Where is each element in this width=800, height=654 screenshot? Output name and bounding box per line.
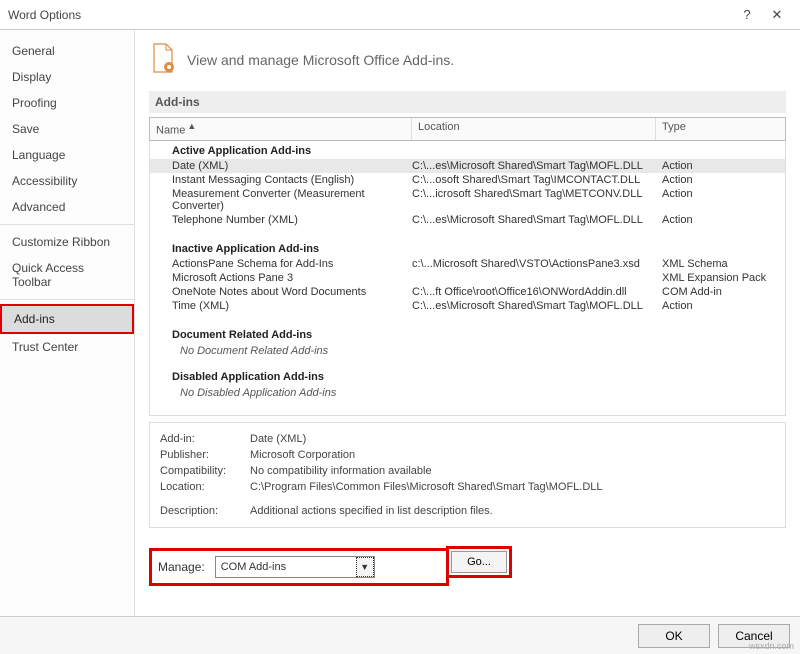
content-pane: View and manage Microsoft Office Add-ins… <box>135 30 800 616</box>
detail-value-addin: Date (XML) <box>250 433 306 445</box>
page-header-text: View and manage Microsoft Office Add-ins… <box>187 52 454 68</box>
detail-label-addin: Add-in: <box>160 433 250 445</box>
section-disabled: Disabled Application Add-ins <box>150 367 785 385</box>
detail-label-publisher: Publisher: <box>160 449 250 461</box>
table-header: Name▲ Location Type <box>149 117 786 141</box>
table-row[interactable]: ActionsPane Schema for Add-Insc:\...Micr… <box>150 257 785 271</box>
table-row[interactable]: Measurement Converter (Measurement Conve… <box>150 187 785 213</box>
sidebar-item-accessibility[interactable]: Accessibility <box>0 168 134 194</box>
addins-page-icon <box>149 42 177 77</box>
manage-combo-value: COM Add-ins <box>216 561 356 573</box>
watermark: wsxdn.com <box>749 641 794 651</box>
table-row[interactable]: OneNote Notes about Word DocumentsC:\...… <box>150 285 785 299</box>
detail-label-compat: Compatibility: <box>160 465 250 477</box>
dialog-footer: OK Cancel <box>0 616 800 654</box>
sidebar-item-trust-center[interactable]: Trust Center <box>0 334 134 360</box>
table-row[interactable]: Telephone Number (XML)C:\...es\Microsoft… <box>150 213 785 227</box>
col-header-type[interactable]: Type <box>656 118 785 140</box>
sidebar-item-customize-ribbon[interactable]: Customize Ribbon <box>0 229 134 255</box>
sort-asc-icon: ▲ <box>187 121 196 131</box>
table-row[interactable]: Microsoft Actions Pane 3XML Expansion Pa… <box>150 271 785 285</box>
sidebar-item-advanced[interactable]: Advanced <box>0 194 134 220</box>
col-header-location[interactable]: Location <box>412 118 656 140</box>
pane-title: Add-ins <box>149 91 786 113</box>
addin-details: Add-in:Date (XML) Publisher:Microsoft Co… <box>149 422 786 528</box>
manage-row: Manage: COM Add-ins ▼ <box>149 548 449 586</box>
col-header-name[interactable]: Name▲ <box>150 118 412 140</box>
sidebar-item-save[interactable]: Save <box>0 116 134 142</box>
section-inactive: Inactive Application Add-ins <box>150 239 785 257</box>
sidebar: General Display Proofing Save Language A… <box>0 30 135 616</box>
detail-value-desc: Additional actions specified in list des… <box>250 505 493 517</box>
addins-list: Active Application Add-ins Date (XML)C:\… <box>149 141 786 416</box>
detail-value-compat: No compatibility information available <box>250 465 432 477</box>
sidebar-item-language[interactable]: Language <box>0 142 134 168</box>
sidebar-item-display[interactable]: Display <box>0 64 134 90</box>
sidebar-item-general[interactable]: General <box>0 38 134 64</box>
titlebar: Word Options ? ✕ <box>0 0 800 30</box>
manage-combo[interactable]: COM Add-ins ▼ <box>215 556 375 578</box>
go-button[interactable]: Go... <box>451 551 507 573</box>
table-row[interactable]: Date (XML)C:\...es\Microsoft Shared\Smar… <box>150 159 785 173</box>
ok-button[interactable]: OK <box>638 624 710 648</box>
chevron-down-icon: ▼ <box>356 557 374 577</box>
detail-label-location: Location: <box>160 481 250 493</box>
detail-value-publisher: Microsoft Corporation <box>250 449 355 461</box>
table-row[interactable]: Instant Messaging Contacts (English)C:\.… <box>150 173 785 187</box>
disabled-empty: No Disabled Application Add-ins <box>150 385 785 409</box>
detail-value-location: C:\Program Files\Common Files\Microsoft … <box>250 481 603 493</box>
section-docrel: Document Related Add-ins <box>150 325 785 343</box>
window-title: Word Options <box>8 8 732 22</box>
sidebar-item-quick-access[interactable]: Quick Access Toolbar <box>0 255 134 295</box>
help-button[interactable]: ? <box>732 7 762 22</box>
manage-label: Manage: <box>158 560 205 574</box>
sidebar-item-proofing[interactable]: Proofing <box>0 90 134 116</box>
docrel-empty: No Document Related Add-ins <box>150 343 785 367</box>
detail-label-desc: Description: <box>160 505 250 517</box>
section-active: Active Application Add-ins <box>150 141 785 159</box>
table-row[interactable]: Time (XML)C:\...es\Microsoft Shared\Smar… <box>150 299 785 313</box>
close-button[interactable]: ✕ <box>762 7 792 23</box>
sidebar-item-addins[interactable]: Add-ins <box>0 304 134 334</box>
